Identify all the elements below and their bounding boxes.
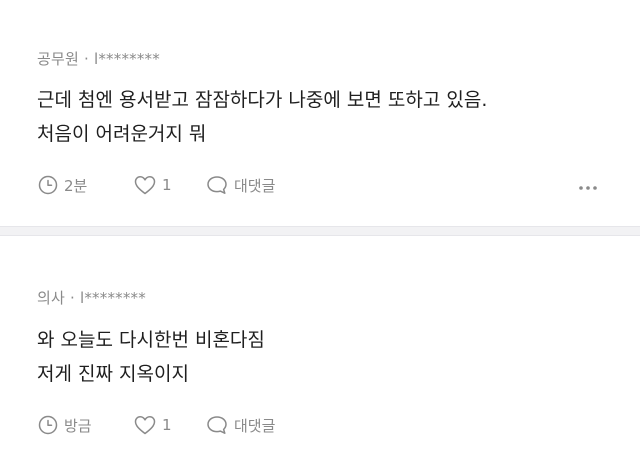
comment-divider xyxy=(0,226,640,236)
speech-bubble-icon xyxy=(205,174,229,196)
timestamp: 방금 xyxy=(37,413,133,437)
heart-icon xyxy=(133,174,157,196)
like-button[interactable]: 1 xyxy=(133,413,205,437)
comment-line: 와 오늘도 다시한번 비혼다짐 xyxy=(37,329,265,351)
author-job: 의사 xyxy=(37,289,66,307)
like-button[interactable]: 1 xyxy=(133,173,205,197)
like-count: 1 xyxy=(162,176,172,194)
comment-line: 처음이 어려운거지 뭐 xyxy=(37,123,207,145)
author-id: l******** xyxy=(93,50,160,68)
like-count: 1 xyxy=(162,416,172,434)
more-options-button[interactable] xyxy=(576,173,600,197)
speech-bubble-icon xyxy=(205,414,229,436)
time-label: 방금 xyxy=(64,416,92,435)
clock-icon xyxy=(37,414,59,436)
author-job: 공무원 xyxy=(37,50,80,68)
reply-button[interactable]: 대댓글 xyxy=(205,173,275,197)
reply-button[interactable]: 대댓글 xyxy=(205,413,275,437)
comment-actions: 2분 1 대댓글 xyxy=(37,173,275,197)
comment-card: 의사 · l******** 와 오늘도 다시한번 비혼다짐 저게 진짜 지옥이지 … xyxy=(0,236,640,467)
comment-body: 근데 첨엔 용서받고 잠잠하다가 나중에 보면 또하고 있음. 처음이 어려운거… xyxy=(37,83,487,151)
timestamp: 2분 xyxy=(37,173,133,197)
comment-meta: 의사 · l******** xyxy=(37,287,146,308)
reply-label: 대댓글 xyxy=(234,416,276,435)
comment-line: 근데 첨엔 용서받고 잠잠하다가 나중에 보면 또하고 있음. xyxy=(37,89,488,111)
author-id: l******** xyxy=(79,289,146,307)
meta-separator: · xyxy=(84,50,89,68)
heart-icon xyxy=(133,414,157,436)
comment-card: 공무원 · l******** 근데 첨엔 용서받고 잠잠하다가 나중에 보면 또하… xyxy=(0,0,640,226)
comment-body: 와 오늘도 다시한번 비혼다짐 저게 진짜 지옥이지 xyxy=(37,323,265,391)
clock-icon xyxy=(37,174,59,196)
comment-actions: 방금 1 대댓글 xyxy=(37,413,275,437)
time-label: 2분 xyxy=(64,176,88,195)
comment-meta: 공무원 · l******** xyxy=(37,48,160,69)
reply-label: 대댓글 xyxy=(234,176,276,195)
comment-line: 저게 진짜 지옥이지 xyxy=(37,363,189,385)
meta-separator: · xyxy=(70,289,75,307)
more-dots-icon xyxy=(578,176,598,195)
